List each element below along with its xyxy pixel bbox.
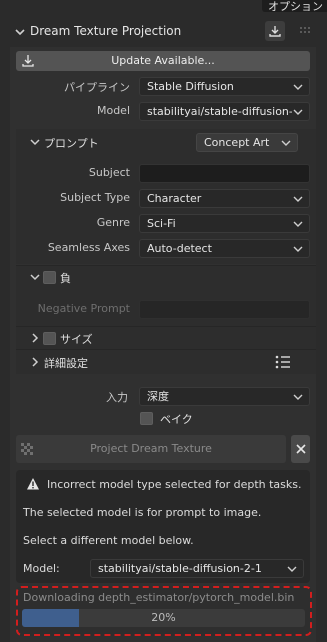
download-progress-label: 20% — [151, 611, 176, 624]
size-checkbox[interactable] — [43, 332, 56, 345]
panel-header[interactable]: Dream Texture Projection — [10, 17, 316, 47]
pipeline-dropdown[interactable]: Stable Diffusion — [139, 77, 310, 96]
panel-title: Dream Texture Projection — [30, 24, 182, 38]
close-button[interactable] — [291, 435, 310, 463]
advanced-section-label[interactable]: 詳細設定 — [44, 355, 88, 371]
warning-model-dropdown[interactable]: stabilityai/stable-diffusion-2-1 — [90, 559, 304, 578]
list-menu-icon[interactable] — [275, 355, 291, 369]
seamless-axes-dropdown[interactable]: Auto-detect — [139, 239, 310, 258]
model-dropdown[interactable]: stabilityai/stable-diffusion-... — [139, 102, 310, 121]
input-dropdown[interactable]: 深度 — [139, 387, 310, 406]
collapse-chevron-icon — [14, 26, 26, 38]
chevron-down-icon — [292, 103, 304, 120]
download-progress-bar: 20% — [22, 609, 305, 627]
warning-line-3: Select a different model below. — [23, 534, 194, 547]
bake-label: ベイク — [160, 413, 193, 426]
model-label: Model — [96, 104, 130, 117]
seamless-axes-label: Seamless Axes — [47, 241, 130, 254]
negative-prompt-label: Negative Prompt — [37, 302, 130, 315]
warning-line-1: Incorrect model type selected for depth … — [47, 478, 302, 491]
close-icon — [295, 444, 306, 454]
options-tab[interactable]: オプション — [262, 0, 327, 12]
subject-type-value: Character — [147, 192, 202, 205]
genre-dropdown[interactable]: Sci-Fi — [139, 214, 310, 233]
size-section-label: サイズ — [60, 333, 93, 346]
warning-icon — [26, 477, 40, 491]
update-button[interactable]: Update Available... — [16, 51, 310, 71]
input-label: 入力 — [106, 391, 128, 404]
subject-input[interactable] — [139, 164, 310, 183]
chevron-down-icon — [292, 190, 304, 207]
subject-type-label: Subject Type — [60, 191, 130, 204]
project-dream-texture-button[interactable]: Project Dream Texture — [16, 435, 286, 463]
prompt-preset-dropdown[interactable]: Concept Art — [196, 133, 298, 152]
chevron-down-icon — [286, 560, 298, 577]
chevron-down-icon — [280, 134, 292, 151]
download-icon[interactable] — [265, 21, 285, 41]
negative-prompt-input[interactable] — [139, 300, 310, 319]
drag-handle-icon[interactable] — [298, 25, 312, 37]
update-button-label: Update Available... — [111, 54, 215, 67]
download-status-text: Downloading depth_estimator/pytorch_mode… — [23, 591, 295, 604]
chevron-down-icon — [292, 240, 304, 257]
warning-model-label: Model: — [23, 562, 60, 575]
chevron-down-icon[interactable] — [30, 272, 40, 282]
chevron-right-icon[interactable] — [30, 333, 40, 343]
pipeline-value: Stable Diffusion — [147, 80, 234, 93]
negative-checkbox[interactable] — [43, 271, 56, 284]
input-value: 深度 — [147, 390, 169, 403]
pipeline-label: パイプライン — [64, 81, 130, 94]
chevron-down-icon[interactable] — [30, 137, 40, 147]
options-tab-label: オプション — [268, 0, 323, 12]
chevron-down-icon — [292, 388, 304, 405]
prompt-section-label[interactable]: プロンプト — [44, 135, 99, 151]
project-button-label: Project Dream Texture — [90, 442, 212, 455]
model-value: stabilityai/stable-diffusion-... — [147, 105, 304, 118]
genre-value: Sci-Fi — [147, 217, 176, 230]
warning-line-2: The selected model is for prompt to imag… — [23, 506, 262, 519]
chevron-down-icon — [292, 215, 304, 232]
negative-section-label: 負 — [60, 272, 71, 285]
warning-model-value: stabilityai/stable-diffusion-2-1 — [98, 562, 262, 575]
bake-checkbox[interactable] — [140, 412, 153, 425]
subject-label: Subject — [88, 166, 130, 179]
prompt-preset-value: Concept Art — [204, 136, 270, 149]
seamless-axes-value: Auto-detect — [147, 242, 212, 255]
genre-label: Genre — [96, 216, 130, 229]
subject-type-dropdown[interactable]: Character — [139, 189, 310, 208]
chevron-right-icon[interactable] — [30, 357, 40, 367]
chevron-down-icon — [292, 78, 304, 95]
